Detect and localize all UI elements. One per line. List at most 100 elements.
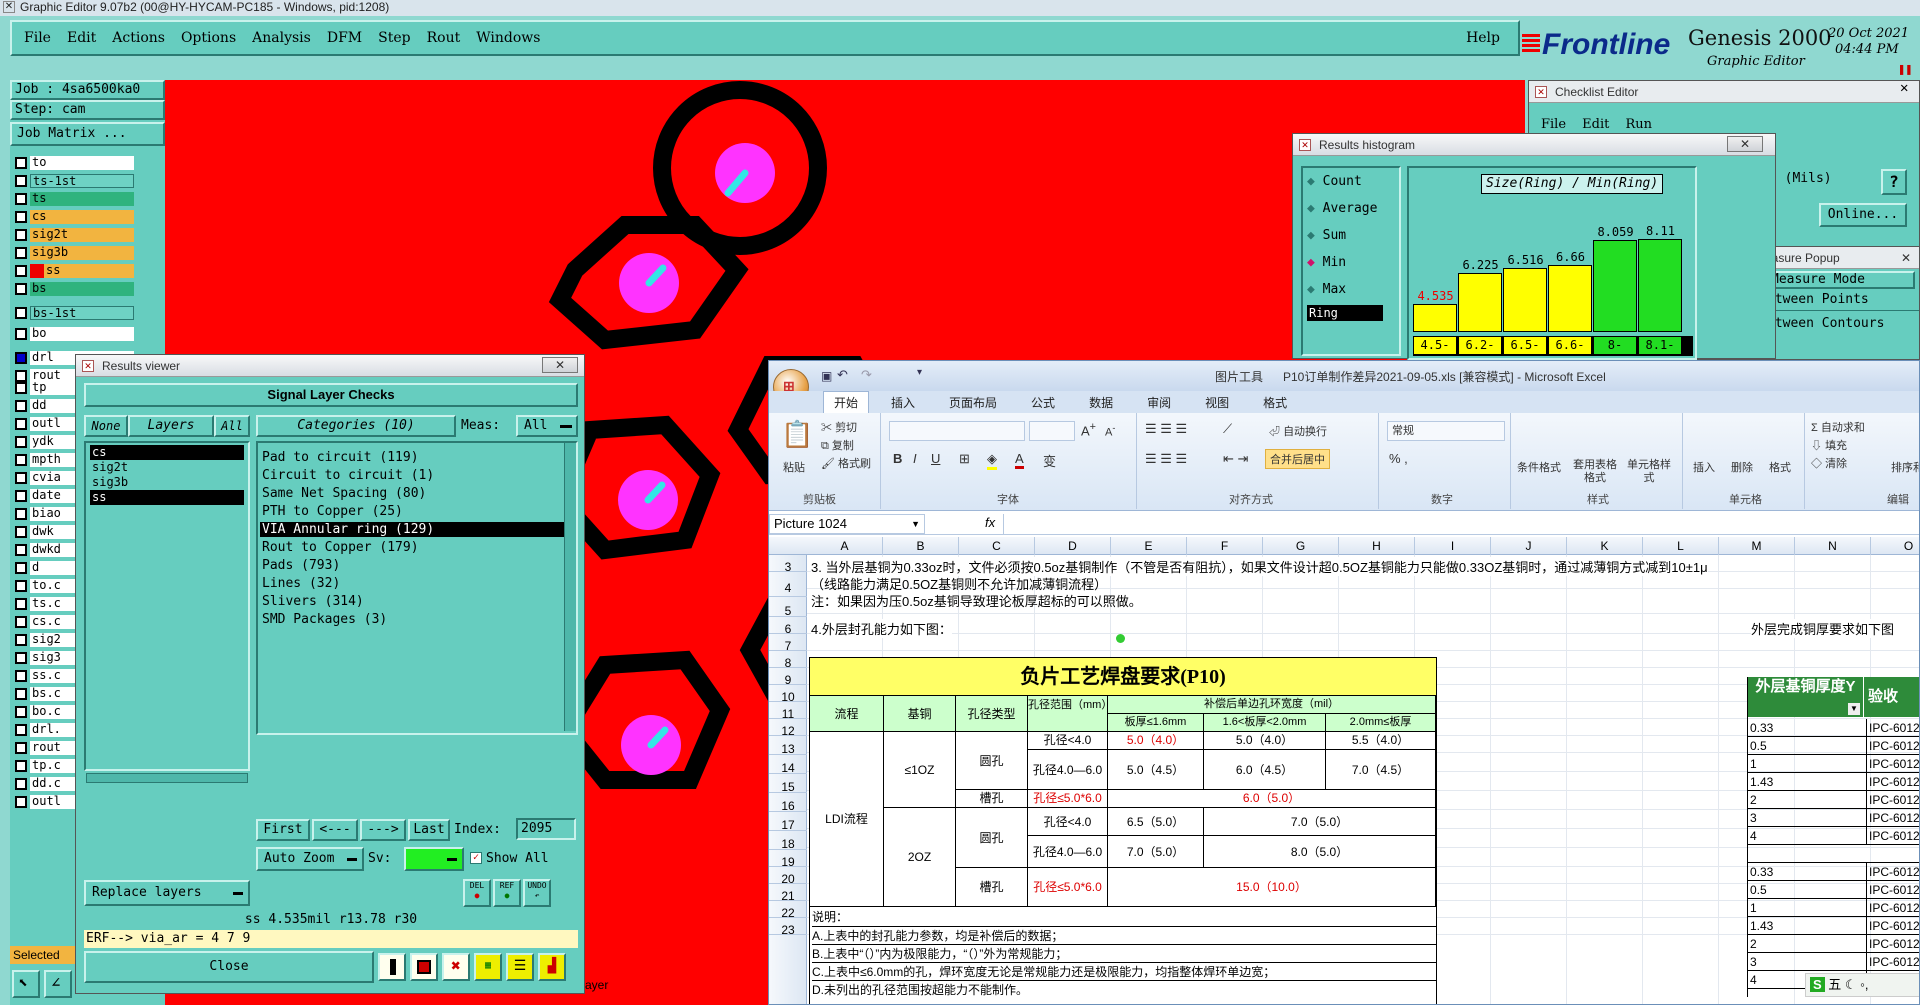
- layers-none-button[interactable]: None: [84, 415, 128, 437]
- tool-button-4[interactable]: ▦: [474, 953, 502, 981]
- row-header[interactable]: 3: [769, 555, 807, 574]
- tool-button-3[interactable]: ✖: [442, 953, 470, 981]
- layer-checkbox[interactable]: [15, 246, 27, 259]
- number-format-box[interactable]: 常规: [1387, 421, 1505, 441]
- underline-icon[interactable]: U: [931, 451, 940, 466]
- layer-checkbox[interactable]: [15, 351, 27, 364]
- layer-row[interactable]: to.c: [12, 578, 76, 593]
- help-question-button[interactable]: ?: [1881, 169, 1907, 195]
- column-header[interactable]: L: [1643, 537, 1719, 555]
- column-header[interactable]: G: [1263, 537, 1339, 555]
- undo-result-button[interactable]: UNDO ↶: [523, 879, 551, 907]
- align-left-icon[interactable]: ☰ ☰ ☰: [1145, 451, 1187, 467]
- layer-row[interactable]: d: [12, 560, 76, 575]
- layer-checkbox[interactable]: [15, 669, 27, 682]
- phonetic-icon[interactable]: 变: [1043, 451, 1056, 470]
- format-painter-button[interactable]: 🖌 格式刷: [821, 455, 871, 471]
- row-header[interactable]: 12: [769, 719, 807, 738]
- wrap-text-button[interactable]: ⏎ 自动换行: [1269, 423, 1327, 439]
- layer-row[interactable]: outl: [12, 794, 76, 809]
- between-points-option[interactable]: etween Points: [1761, 289, 1919, 311]
- sheet-grid[interactable]: ABCDEFGHIJKLMNO 3 4 5 6 7 8 9 10 11 12 13 14 15 16 17 1…: [769, 537, 1919, 1004]
- category-item[interactable]: Pad to circuit (119): [260, 449, 566, 467]
- layer-row[interactable]: cs.c: [12, 614, 76, 629]
- row-header[interactable]: 5: [769, 597, 807, 618]
- row-header[interactable]: 11: [769, 702, 807, 721]
- row-header[interactable]: 15: [769, 774, 807, 794]
- checklist-menu-edit[interactable]: Edit: [1582, 117, 1609, 132]
- tool-button-5[interactable]: ☰: [506, 953, 534, 981]
- row-header[interactable]: 20: [769, 867, 807, 886]
- layer-row[interactable]: ydk: [12, 434, 76, 449]
- close-icon[interactable]: ✕: [1901, 247, 1911, 269]
- histogram-bar[interactable]: [1548, 265, 1592, 332]
- menu-options[interactable]: Options: [181, 30, 236, 46]
- autosum-button[interactable]: Σ 自动求和: [1811, 419, 1865, 435]
- layer-checkbox[interactable]: [15, 507, 27, 520]
- layer-checkbox[interactable]: [15, 615, 27, 628]
- border-icon[interactable]: ⊞: [959, 451, 970, 467]
- percent-icon[interactable]: % ,: [1389, 451, 1408, 466]
- histogram-bar[interactable]: [1458, 273, 1502, 332]
- column-header[interactable]: N: [1795, 537, 1871, 555]
- category-item[interactable]: SMD Packages (3): [260, 611, 566, 629]
- layer-row[interactable]: bo.c: [12, 704, 76, 719]
- layer-row[interactable]: sig3b: [12, 245, 134, 260]
- layer-row[interactable]: dwk: [12, 524, 76, 539]
- close-icon[interactable]: ✕: [1727, 136, 1763, 152]
- cut-button[interactable]: ✂ 剪切: [821, 419, 857, 435]
- refresh-result-button[interactable]: REF ●: [493, 879, 521, 907]
- orientation-icon[interactable]: ⟋: [1223, 421, 1232, 437]
- qat-dropdown-icon[interactable]: ▾: [917, 367, 922, 378]
- undo-icon[interactable]: ↶: [837, 367, 848, 383]
- row-header[interactable]: 4: [769, 572, 807, 597]
- layer-checkbox[interactable]: [15, 264, 27, 277]
- grow-font-icon[interactable]: A+: [1081, 421, 1096, 438]
- layer-checkbox[interactable]: [15, 741, 27, 754]
- next-button[interactable]: --->: [360, 819, 406, 841]
- result-layer-item[interactable]: sig2t: [90, 460, 244, 475]
- category-vscrollbar[interactable]: [564, 443, 576, 731]
- layers-button[interactable]: Layers: [128, 415, 214, 437]
- checklist-menu-file[interactable]: File: [1541, 117, 1566, 132]
- layer-checkbox[interactable]: [15, 687, 27, 700]
- histogram-bar[interactable]: [1413, 304, 1457, 332]
- layer-row[interactable]: dd.c: [12, 776, 76, 791]
- layer-checkbox[interactable]: [15, 381, 27, 394]
- meas-dropdown[interactable]: All: [516, 415, 578, 437]
- app-close-icon[interactable]: ✕: [3, 1, 15, 13]
- italic-icon[interactable]: I: [913, 451, 917, 466]
- layer-checkbox[interactable]: [15, 306, 27, 319]
- insert-cells-button[interactable]: 插入: [1693, 459, 1715, 475]
- category-item[interactable]: Lines (32): [260, 575, 566, 593]
- layer-checkbox[interactable]: [15, 597, 27, 610]
- close-button[interactable]: Close: [84, 951, 374, 983]
- row-header[interactable]: 18: [769, 831, 807, 851]
- layer-checkbox[interactable]: [15, 399, 27, 412]
- layer-row[interactable]: tp.c: [12, 758, 76, 773]
- layer-row[interactable]: bs: [12, 281, 134, 296]
- auto-zoom-dropdown[interactable]: Auto Zoom: [256, 847, 364, 871]
- menu-rout[interactable]: Rout: [427, 30, 461, 46]
- histogram-bar[interactable]: [1593, 240, 1637, 332]
- align-top-icon[interactable]: ☰ ☰ ☰: [1145, 421, 1187, 437]
- layer-row[interactable]: ts.c: [12, 596, 76, 611]
- tab-home[interactable]: 开始: [823, 390, 870, 414]
- layer-row[interactable]: drl.: [12, 722, 76, 737]
- column-header[interactable]: E: [1111, 537, 1187, 555]
- layers-all-button[interactable]: All: [214, 415, 250, 437]
- layer-checkbox[interactable]: [15, 705, 27, 718]
- row-header[interactable]: 23: [769, 918, 807, 937]
- job-matrix-button[interactable]: Job Matrix ...: [10, 122, 165, 146]
- layer-row[interactable]: mpth: [12, 452, 76, 467]
- prev-button[interactable]: <---: [312, 819, 358, 841]
- close-icon[interactable]: ✕: [542, 357, 578, 373]
- layer-checkbox[interactable]: [15, 156, 27, 169]
- row-header[interactable]: 21: [769, 884, 807, 903]
- row-header[interactable]: 17: [769, 812, 807, 832]
- conditional-format-button[interactable]: 条件格式: [1517, 459, 1561, 475]
- delete-result-button[interactable]: DEL ●: [463, 879, 491, 907]
- tab-review[interactable]: 审阅: [1147, 394, 1171, 411]
- copy-button[interactable]: ⧉ 复制: [821, 437, 854, 453]
- option-count[interactable]: ◆ Count: [1303, 168, 1399, 195]
